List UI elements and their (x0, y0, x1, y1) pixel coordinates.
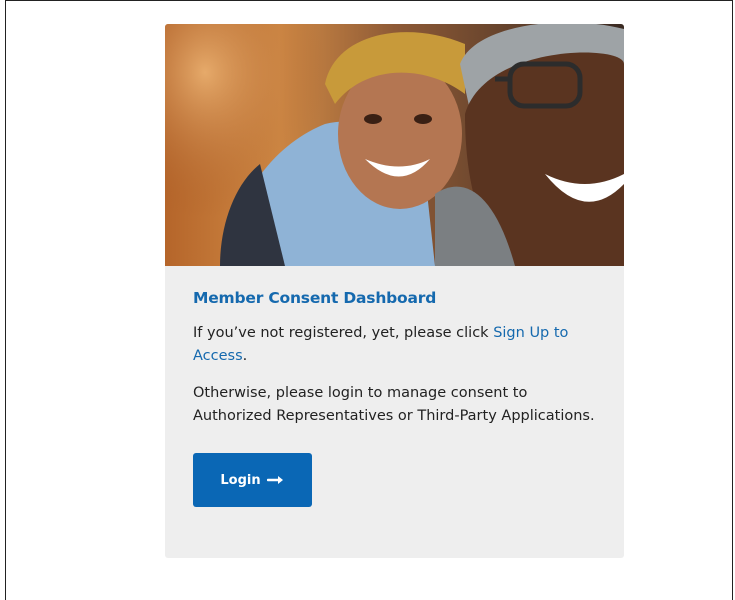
card-content: Member Consent Dashboard If you’ve not r… (165, 266, 624, 507)
intro-suffix: . (242, 348, 248, 364)
hero-photo (165, 24, 624, 266)
card-title: Member Consent Dashboard (193, 289, 437, 307)
arrow-right-icon (266, 476, 283, 484)
body-paragraph: Otherwise, please login to manage consen… (193, 385, 595, 424)
intro-text: If you’ve not registered, yet, please cl… (193, 325, 494, 341)
login-button[interactable]: Login (193, 453, 312, 507)
intro-paragraph: If you’ve not registered, yet, please cl… (193, 322, 596, 368)
consent-card: Member Consent Dashboard If you’ve not r… (165, 24, 624, 558)
login-button-label: Login (220, 472, 261, 488)
